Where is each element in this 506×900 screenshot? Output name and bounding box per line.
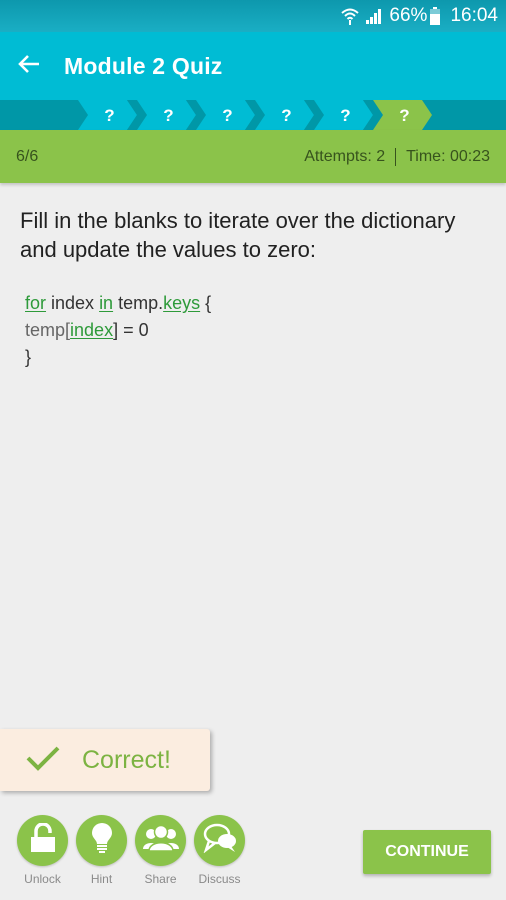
unlock-label: Unlock [24, 872, 61, 886]
discuss-circle[interactable] [194, 815, 245, 866]
page-title: Module 2 Quiz [64, 52, 223, 79]
chat-bubbles-icon [203, 823, 237, 858]
code-text: { [200, 293, 212, 313]
divider [395, 147, 397, 166]
toast-message: Correct! [82, 745, 171, 774]
quiz-progress-bar: ?????? [0, 100, 506, 130]
progress-step-label: ? [399, 106, 409, 125]
progress-step-label: ? [222, 106, 232, 125]
code-text: temp. [113, 293, 164, 313]
code-text: ] = 0 [113, 320, 149, 340]
progress-step-label: ? [340, 106, 350, 125]
question-text: Fill in the blanks to iterate over the d… [20, 208, 456, 262]
users-icon [142, 824, 179, 856]
question-position: 6/6 [16, 147, 39, 165]
code-text: index [46, 293, 100, 313]
unlock-button[interactable]: Unlock [13, 815, 72, 886]
check-icon [26, 745, 60, 776]
quiz-info-bar: 6/6 Attempts: 2 Time: 00:23 [0, 130, 506, 183]
battery-level: 66% [389, 5, 428, 26]
share-circle[interactable] [135, 815, 186, 866]
correct-toast: Correct! [0, 729, 210, 791]
code-text: temp[ [25, 320, 71, 340]
discuss-label: Discuss [198, 872, 241, 886]
code-block: for index in temp.keys { temp[index] = 0… [25, 290, 211, 371]
lightbulb-icon [91, 822, 113, 859]
discuss-button[interactable]: Discuss [190, 815, 249, 886]
attempts-count: Attempts: 2 [304, 147, 386, 165]
unlock-icon [30, 822, 56, 858]
app-bar: Module 2 Quiz [0, 32, 506, 100]
hint-button[interactable]: Hint [72, 815, 131, 886]
unlock-circle[interactable] [17, 815, 68, 866]
blank-answer[interactable]: for [25, 293, 46, 313]
code-line: temp[index] = 0 [25, 317, 211, 344]
hint-circle[interactable] [76, 815, 127, 866]
wifi-icon [341, 7, 360, 25]
action-bar: Unlock Hint Share Discuss [13, 815, 249, 886]
blank-answer[interactable]: index [70, 320, 113, 340]
battery-icon [430, 7, 441, 25]
code-line: } [25, 344, 211, 371]
progress-step-label: ? [163, 106, 173, 125]
code-text: } [25, 347, 32, 367]
back-button[interactable] [0, 32, 58, 100]
signal-icon [365, 8, 383, 24]
share-button[interactable]: Share [131, 815, 190, 886]
progress-step-label: ? [104, 106, 114, 125]
arrow-left-icon [18, 54, 40, 79]
blank-answer[interactable]: keys [163, 293, 200, 313]
share-label: Share [144, 872, 177, 886]
progress-step-label: ? [281, 106, 291, 125]
blank-answer[interactable]: in [99, 293, 113, 313]
status-bar: 66% 16:04 [0, 0, 506, 32]
elapsed-time: Time: 00:23 [406, 147, 490, 165]
code-line: for index in temp.keys { [25, 290, 211, 317]
continue-button[interactable]: CONTINUE [363, 830, 491, 874]
clock: 16:04 [450, 5, 498, 26]
hint-label: Hint [90, 872, 113, 886]
